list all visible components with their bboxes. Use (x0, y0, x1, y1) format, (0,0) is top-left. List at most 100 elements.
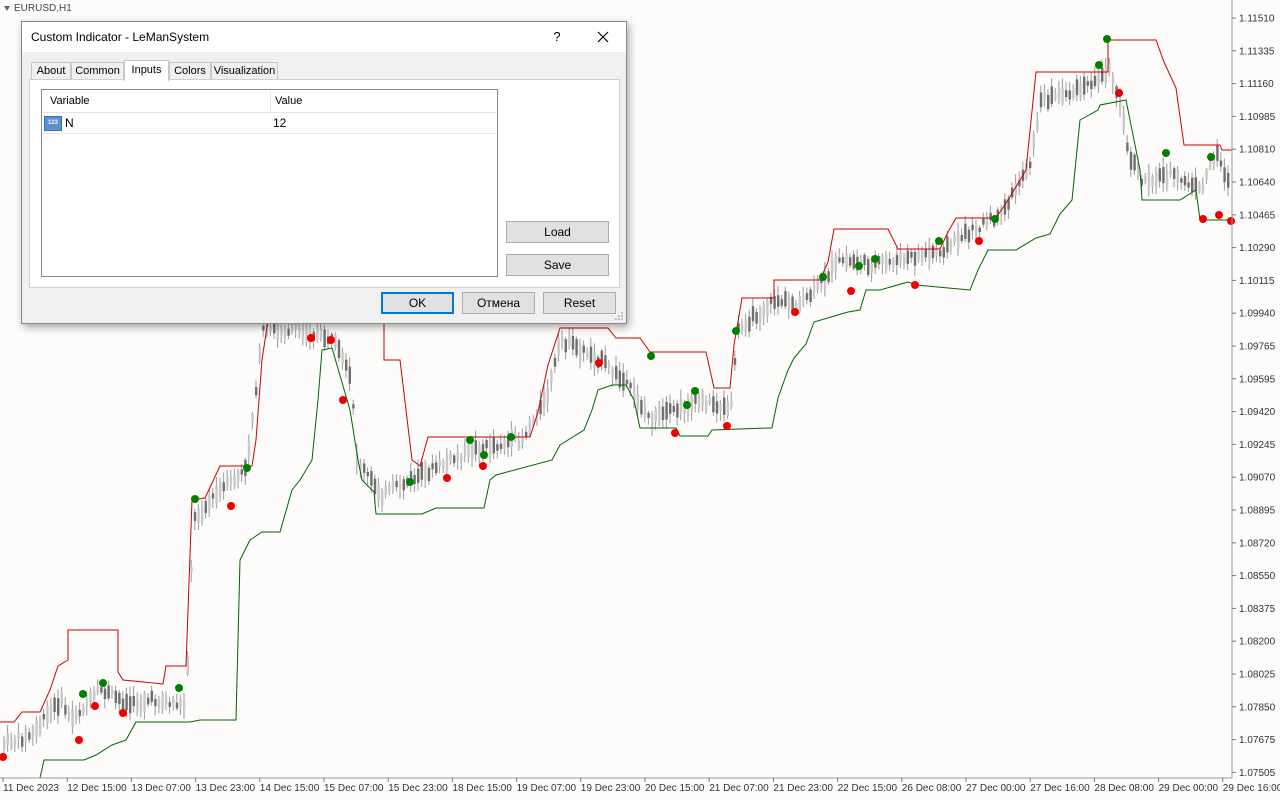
resize-grip-icon[interactable] (614, 311, 624, 321)
candle-body (255, 387, 258, 396)
price-tick-label: 1.09245 (1239, 440, 1276, 451)
candle-body (1043, 92, 1046, 100)
column-divider[interactable] (270, 92, 271, 111)
candle-body (625, 379, 629, 385)
candle-body (579, 343, 582, 361)
dialog-titlebar[interactable]: Custom Indicator - LeManSystem ? (22, 22, 626, 52)
candle-body (1129, 151, 1133, 170)
ok-button[interactable]: OK (381, 292, 454, 314)
buy-signal-dot (1207, 153, 1215, 161)
column-variable[interactable]: Variable (50, 95, 90, 107)
candle-body (568, 334, 571, 347)
buy-signal-dot (991, 215, 999, 223)
candle-body (201, 507, 204, 522)
candle-body (251, 414, 254, 423)
inputs-panel: Variable Value 123 N 12 Load Save (29, 79, 620, 288)
candle-body (1079, 82, 1082, 99)
candle-body (1209, 160, 1212, 168)
candle-body (805, 292, 809, 300)
chevron-down-icon (4, 5, 10, 11)
candle-body (622, 372, 625, 391)
buy-signal-dot (935, 237, 943, 245)
candle-body (381, 490, 384, 506)
buy-signal-dot (480, 451, 488, 459)
candle-body (172, 699, 175, 706)
candle-body (298, 327, 301, 333)
price-tick-label: 1.07505 (1239, 768, 1276, 779)
price-tick-label: 1.11160 (1239, 79, 1274, 90)
candle-body (262, 325, 265, 331)
buy-signal-dot (871, 255, 879, 263)
candle-body (1097, 67, 1100, 84)
candle-body (1158, 168, 1161, 182)
candle-body (1147, 172, 1151, 188)
sell-signal-dot (0, 753, 7, 761)
candle-body (229, 475, 233, 485)
time-tick-label: 28 Dec 08:00 (1094, 783, 1154, 794)
row-value[interactable]: 12 (273, 116, 286, 130)
candle-body (136, 700, 139, 711)
candle-body (787, 293, 791, 311)
candle-body (715, 401, 719, 414)
candle-body (348, 366, 351, 384)
candle-body (384, 485, 387, 495)
candle-body (661, 406, 665, 421)
time-tick-label: 13 Dec 07:00 (131, 783, 191, 794)
tab-colors[interactable]: Colors (169, 62, 211, 80)
cancel-button[interactable]: Отмена (462, 292, 535, 314)
buy-signal-dot (855, 262, 863, 270)
symbol-text: EURUSD,H1 (14, 3, 72, 14)
candle-body (586, 352, 589, 359)
tab-common[interactable]: Common (71, 62, 124, 80)
candle-body (391, 481, 395, 491)
buy-signal-dot (1162, 149, 1170, 157)
buy-signal-dot (243, 464, 251, 472)
candle-body (1061, 87, 1064, 104)
price-tick-label: 1.09765 (1239, 342, 1276, 353)
candle-body (967, 229, 971, 243)
candle-body (237, 470, 240, 482)
candle-body (1176, 169, 1179, 183)
candle-body (96, 686, 99, 693)
candle-body (247, 441, 251, 457)
column-value[interactable]: Value (275, 95, 302, 107)
candle-body (499, 443, 503, 449)
candle-body (147, 697, 150, 705)
candle-body (3, 739, 6, 750)
tab-about[interactable]: About (31, 62, 71, 80)
candle-body (453, 455, 456, 464)
candle-body (593, 351, 596, 368)
price-tick-label: 1.08895 (1239, 506, 1276, 517)
candle-body (1144, 176, 1147, 182)
help-button[interactable]: ? (545, 22, 569, 52)
candle-body (867, 258, 870, 275)
close-button[interactable] (588, 22, 618, 52)
candle-body (690, 395, 693, 412)
candle-body (114, 690, 117, 704)
candle-body (420, 461, 423, 480)
candle-body (222, 482, 225, 492)
candle-body (762, 304, 765, 318)
reset-button[interactable]: Reset (543, 292, 616, 314)
candle-body (777, 295, 780, 307)
candle-body (571, 335, 575, 350)
candle-body (895, 254, 899, 266)
buy-signal-dot (175, 684, 183, 692)
save-button[interactable]: Save (506, 254, 609, 276)
candle-body (42, 714, 45, 720)
candle-body (849, 257, 852, 266)
inputs-grid: Variable Value 123 N 12 (41, 89, 498, 277)
dialog-title: Custom Indicator - LeManSystem (31, 30, 210, 44)
time-tick-label: 18 Dec 15:00 (452, 783, 512, 794)
candle-body (863, 254, 866, 266)
table-row[interactable]: 123 N 12 (42, 113, 497, 134)
candle-body (1104, 66, 1107, 84)
custom-indicator-dialog: Custom Indicator - LeManSystem ? About C… (21, 21, 627, 324)
candle-body (1122, 113, 1125, 131)
candle-body (24, 728, 27, 742)
candle-body (1216, 145, 1219, 161)
candle-body (525, 431, 528, 437)
load-button[interactable]: Load (506, 221, 609, 243)
tab-inputs[interactable]: Inputs (124, 60, 169, 81)
tab-visualization[interactable]: Visualization (211, 62, 278, 80)
